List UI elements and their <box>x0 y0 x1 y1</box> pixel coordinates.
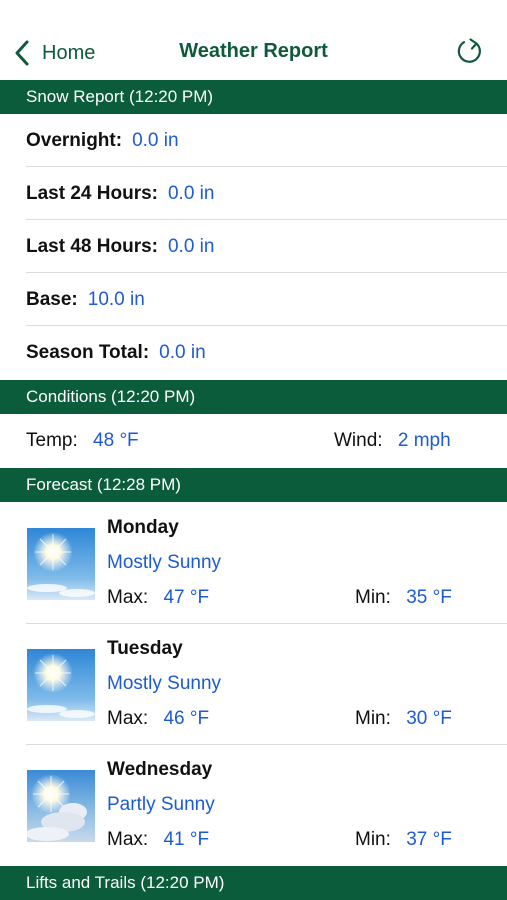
forecast-max: Max: 41 °F <box>107 829 209 851</box>
wind-value: 2 mph <box>397 430 451 451</box>
min-value: 30 °F <box>406 708 452 729</box>
min-value: 37 °F <box>406 829 452 850</box>
forecast-min: Min: 30 °F <box>355 708 452 730</box>
wind-label: Wind: <box>334 430 383 451</box>
forecast-min: Min: 37 °F <box>355 829 452 851</box>
max-label: Max: <box>107 587 149 608</box>
refresh-icon[interactable] <box>455 36 485 66</box>
max-label: Max: <box>107 708 149 729</box>
forecast-row-tuesday: Tuesday Mostly Sunny Max: 46 °F Min: 30 … <box>0 623 507 744</box>
forecast-day: Wednesday <box>107 759 213 780</box>
lifts-and-trails-header[interactable]: Lifts and Trails (12:20 PM) <box>0 866 507 900</box>
snow-value: 0.0 in <box>167 235 215 257</box>
snow-row-base: Base: 10.0 in <box>0 273 507 326</box>
wind: Wind: 2 mph <box>334 430 451 452</box>
snow-row-last-24-hours: Last 24 Hours: 0.0 in <box>0 167 507 220</box>
forecast-row-monday: Monday Mostly Sunny Max: 47 °F Min: 35 °… <box>0 502 507 623</box>
conditions-header: Conditions (12:20 PM) <box>0 380 507 414</box>
conditions-row: Temp: 48 °F Wind: 2 mph <box>0 414 507 468</box>
forecast-condition: Partly Sunny <box>107 794 215 815</box>
mostly-sunny-icon <box>27 528 95 600</box>
snow-value: 0.0 in <box>159 341 206 363</box>
temp-label: Temp: <box>26 430 78 451</box>
max-value: 41 °F <box>163 829 210 850</box>
max-label: Max: <box>107 829 149 850</box>
temperature: Temp: 48 °F <box>26 430 139 452</box>
forecast-condition: Mostly Sunny <box>107 673 222 694</box>
max-value: 47 °F <box>163 587 210 608</box>
snow-report-header: Snow Report (12:20 PM) <box>0 80 507 114</box>
snow-label: Last 48 Hours: <box>26 235 158 257</box>
snow-value: 0.0 in <box>167 182 215 204</box>
min-label: Min: <box>355 708 391 729</box>
chevron-left-icon <box>15 40 29 66</box>
back-button[interactable]: Home <box>14 38 95 68</box>
snow-label: Overnight: <box>26 129 123 151</box>
min-label: Min: <box>355 587 391 608</box>
snow-row-season-total: Season Total: 0.0 in <box>0 326 507 379</box>
forecast-row-wednesday: Wednesday Partly Sunny Max: 41 °F Min: 3… <box>0 744 507 865</box>
forecast-day: Tuesday <box>107 638 183 659</box>
snow-label: Season Total: <box>26 341 150 363</box>
partly-sunny-icon <box>27 770 95 842</box>
forecast-day: Monday <box>107 517 179 538</box>
snow-label: Last 24 Hours: <box>26 182 158 204</box>
forecast-max: Max: 46 °F <box>107 708 209 730</box>
forecast-max: Max: 47 °F <box>107 587 209 609</box>
snow-value: 0.0 in <box>132 129 179 151</box>
snow-row-last-48-hours: Last 48 Hours: 0.0 in <box>0 220 507 273</box>
snow-row-overnight: Overnight: 0.0 in <box>0 114 507 167</box>
forecast-condition: Mostly Sunny <box>107 552 222 573</box>
back-label: Home <box>42 41 96 64</box>
min-value: 35 °F <box>406 587 452 608</box>
nav-bar: Home Weather Report <box>0 0 507 80</box>
forecast-min: Min: 35 °F <box>355 587 452 609</box>
mostly-sunny-icon <box>27 649 95 721</box>
snow-label: Base: <box>26 288 78 310</box>
min-label: Min: <box>355 829 391 850</box>
forecast-header: Forecast (12:28 PM) <box>0 468 507 502</box>
snow-value: 10.0 in <box>87 288 145 310</box>
temp-value: 48 °F <box>93 430 139 451</box>
max-value: 46 °F <box>163 708 210 729</box>
